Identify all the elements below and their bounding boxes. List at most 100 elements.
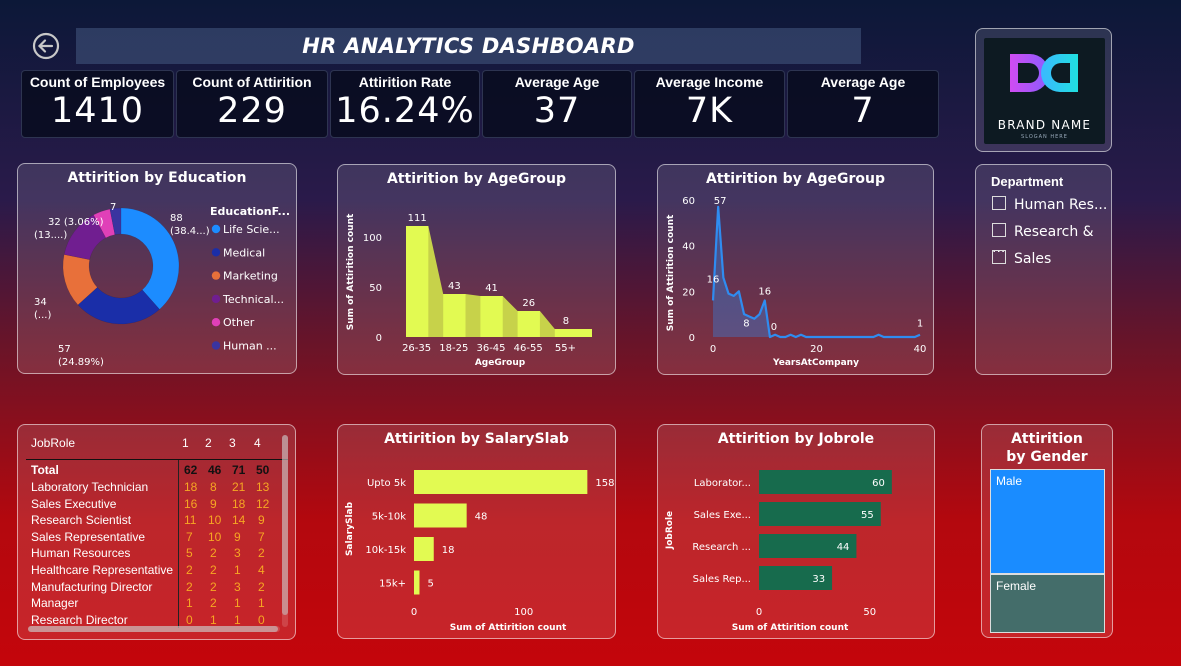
agegroup-area-chart: Sum of Attirition count AgeGroup 0 50 100 1… <box>346 213 592 368</box>
legend-marker <box>211 318 221 327</box>
data-label: 16 <box>758 286 771 297</box>
x-tick-label: 18-25 <box>439 343 468 354</box>
bar <box>414 537 434 561</box>
kpi-value: 7 <box>851 91 875 131</box>
donut-chart: EducationF... 88 (38.4...) 57 (24.89%) 34 (..… <box>34 202 290 368</box>
table-cell: 2 <box>210 596 217 611</box>
chart-attrition-by-education[interactable]: Attirition by Education EducationF... 88… <box>17 163 297 374</box>
category-label: Laborator... <box>694 478 751 489</box>
table-cell: 9 <box>210 496 217 511</box>
table-cell: 9 <box>234 529 241 544</box>
column-header[interactable]: 3 <box>229 436 236 450</box>
category-label: Upto 5k <box>367 478 406 489</box>
area-bar <box>406 226 429 337</box>
x-axis-label: Sum of Attirition count <box>732 623 849 633</box>
table-cell: 2 <box>186 579 193 594</box>
chart-attrition-by-gender[interactable]: Attirition by Gender Male Female <box>981 424 1113 638</box>
table-cell: 10 <box>208 529 222 544</box>
x-tick-label: 0 <box>710 344 716 355</box>
kpi-label: Attirition Rate <box>358 74 452 90</box>
legend-marker <box>211 248 221 257</box>
column-header[interactable]: 2 <box>205 436 212 450</box>
bar <box>414 503 467 528</box>
horizontal-scrollbar[interactable] <box>28 626 280 632</box>
table-cell: 62 <box>184 463 198 477</box>
y-tick-label: 0 <box>689 333 695 344</box>
data-label: 16 <box>707 274 720 285</box>
table-cell: 21 <box>232 480 246 494</box>
column-header[interactable]: JobRole <box>31 436 75 450</box>
data-label: 33 <box>812 574 825 585</box>
slicer-option-sales[interactable]: Sales <box>992 250 1051 267</box>
back-arrow-icon[interactable] <box>32 32 60 60</box>
y-axis-label: JobRole <box>665 511 675 550</box>
legend-entry: Other <box>223 316 255 329</box>
brand-logo-panel: BRAND NAME SLOGAN HERE <box>984 38 1105 144</box>
category-label: 10k-15k <box>365 545 406 556</box>
y-axis-label: SalarySlab <box>345 501 355 556</box>
table-cell: 1 <box>234 596 241 611</box>
kpi-label: Average Age <box>820 74 906 90</box>
checkbox[interactable] <box>992 223 1006 237</box>
data-label: 60 <box>872 478 885 489</box>
jobrole-matrix-table[interactable]: JobRole 1 2 3 4 Total 62 46 71 50 Labora… <box>17 424 296 640</box>
column-header[interactable]: 1 <box>182 436 189 450</box>
kpi-value: 37 <box>533 91 581 131</box>
brand-tagline: SLOGAN HERE <box>1021 134 1068 140</box>
donut-data-label: (13....) <box>34 230 67 241</box>
total-label: Total <box>31 463 59 477</box>
kpi-average-age: Average Age 37 <box>482 70 632 138</box>
treemap-tile-male[interactable]: Male <box>990 469 1105 574</box>
legend-marker <box>211 294 221 304</box>
vertical-scrollbar[interactable] <box>282 435 288 627</box>
data-label: 26 <box>522 298 535 309</box>
column-header[interactable]: 4 <box>254 436 261 450</box>
chart-attrition-by-salaryslab[interactable]: Attirition by SalarySlab SalarySlab Sum … <box>337 424 616 639</box>
table-cell: 2 <box>258 546 265 561</box>
brand-card: BRAND NAME SLOGAN HERE <box>975 28 1112 152</box>
category-label: 15k+ <box>379 579 406 590</box>
data-label: 1 <box>917 319 923 330</box>
jobrole-cell: Laboratory Technician <box>31 480 149 494</box>
data-label: 55 <box>861 510 874 521</box>
kpi-label: Average Age <box>514 74 600 90</box>
slicer-option-human-resources[interactable]: Human Res... <box>992 196 1107 213</box>
area-bar <box>480 296 503 337</box>
table-cell: 7 <box>186 529 193 544</box>
header-divider <box>26 459 288 460</box>
gender-treemap: Male Female <box>982 469 1114 633</box>
donut-data-label: (38.4...) <box>170 226 210 237</box>
y-axis-label: Sum of Attirition count <box>666 214 676 331</box>
data-label: 5 <box>427 579 433 590</box>
table-row: Manufacturing Director 2 2 3 2 <box>18 580 283 597</box>
x-tick-label: 26-35 <box>402 343 431 354</box>
treemap-label: Female <box>996 578 1037 593</box>
treemap-tile-female[interactable]: Female <box>990 573 1105 633</box>
chart-attrition-by-years[interactable]: Attirition by AgeGroup Sum of Attirition… <box>657 164 934 375</box>
table-cell: 50 <box>256 463 270 477</box>
table-row: Healthcare Representative 2 2 1 4 <box>18 563 283 580</box>
data-label: 8 <box>563 316 569 327</box>
data-label: 57 <box>714 196 727 207</box>
scrollbar-thumb[interactable] <box>28 626 278 632</box>
brand-name: BRAND NAME <box>997 118 1092 132</box>
table-cell: 2 <box>210 546 217 561</box>
legend-entry: Marketing <box>223 270 278 283</box>
chart-attrition-by-agegroup[interactable]: Attirition by AgeGroup Sum of Attirition… <box>337 164 616 375</box>
area-bar <box>517 311 540 337</box>
donut-data-label: 57 <box>58 344 71 355</box>
y-tick-label: 50 <box>369 283 382 294</box>
legend-entry: Human ... <box>223 340 277 353</box>
table-cell: 11 <box>184 513 197 528</box>
table-cell: 0 <box>258 612 265 627</box>
jobrole-cell: Sales Representative <box>31 529 146 544</box>
department-slicer: Department Human Res... Research & ... S… <box>975 164 1112 375</box>
data-label: 44 <box>837 542 850 553</box>
scrollbar-thumb[interactable] <box>282 435 288 615</box>
checkbox[interactable] <box>992 250 1006 264</box>
checkbox[interactable] <box>992 196 1006 210</box>
chart-attrition-by-jobrole[interactable]: Attirition by Jobrole JobRole Sum of Att… <box>657 424 935 639</box>
table-cell: 7 <box>258 529 265 544</box>
donut-data-label: 32 (3.06%) <box>48 217 104 228</box>
kpi-value: 16.24% <box>335 91 475 131</box>
